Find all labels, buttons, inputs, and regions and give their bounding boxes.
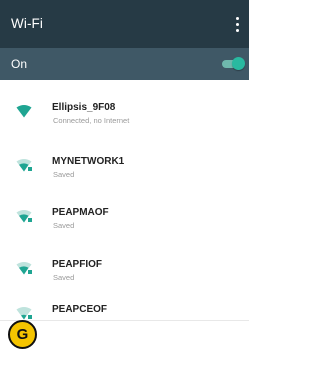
app-bar: Wi-Fi xyxy=(0,0,249,48)
network-name: PEAPCEOF xyxy=(52,304,108,315)
network-row[interactable]: Ellipsis_9F08 Connected, no Internet xyxy=(0,88,249,132)
network-row[interactable]: PEAPCEOF xyxy=(0,290,249,334)
callout-badge: G xyxy=(8,320,37,349)
network-name: PEAPMAOF xyxy=(52,207,109,218)
network-status: Connected, no Internet xyxy=(53,116,130,125)
switch-thumb xyxy=(232,57,245,70)
wifi-signal-locked-icon xyxy=(16,262,32,275)
more-vert-icon[interactable] xyxy=(231,16,243,34)
network-status: Saved xyxy=(53,170,75,179)
wifi-signal-locked-icon xyxy=(16,307,32,320)
wifi-signal-locked-icon xyxy=(16,210,32,223)
wifi-switch[interactable] xyxy=(220,57,245,71)
list-divider xyxy=(0,320,249,321)
wifi-toggle-row[interactable]: On xyxy=(0,48,249,80)
network-name: Ellipsis_9F08 xyxy=(52,102,116,113)
wifi-signal-locked-icon xyxy=(16,159,32,172)
network-status: Saved xyxy=(53,273,75,282)
wifi-signal-icon xyxy=(16,105,32,118)
callout-letter: G xyxy=(16,326,29,343)
wifi-settings-screen: Wi-Fi On Ellipsis_9F08 Connected, no Int… xyxy=(0,0,249,385)
network-row[interactable]: MYNETWORK1 Saved xyxy=(0,142,249,186)
wifi-toggle-label: On xyxy=(11,57,28,71)
network-name: PEAPFIOF xyxy=(52,259,103,270)
network-name: MYNETWORK1 xyxy=(52,156,125,167)
network-row[interactable]: PEAPFIOF Saved xyxy=(0,245,249,289)
page-title: Wi-Fi xyxy=(11,16,43,31)
network-row[interactable]: PEAPMAOF Saved xyxy=(0,193,249,237)
network-status: Saved xyxy=(53,221,75,230)
